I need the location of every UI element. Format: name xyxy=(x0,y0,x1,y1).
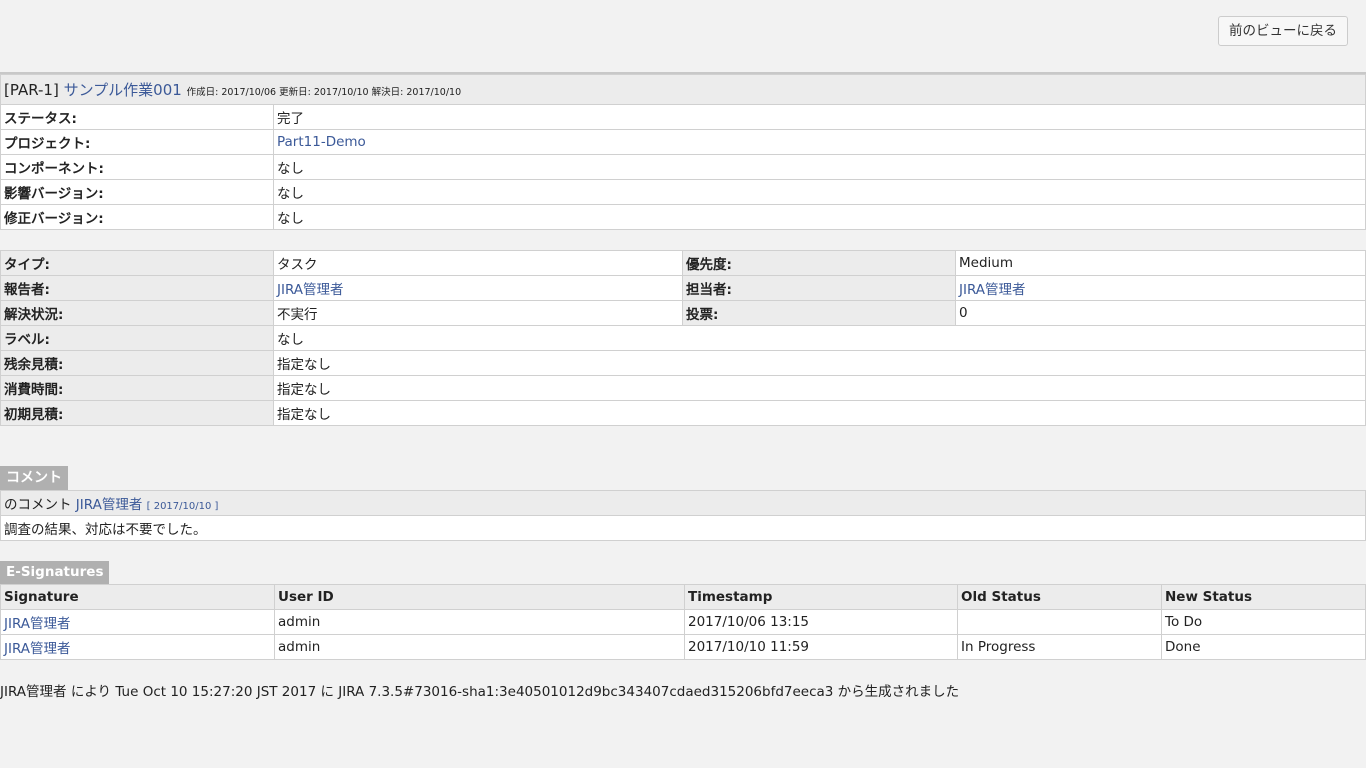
table-row: ステータス: 完了 xyxy=(0,104,1366,130)
signature-user-link[interactable]: JIRA管理者 xyxy=(4,616,71,632)
table-row: コンポーネント: なし xyxy=(0,154,1366,180)
comment-author-link[interactable]: JIRA管理者 xyxy=(76,497,143,513)
comments-section-title: コメント xyxy=(0,466,68,490)
field-value-cell: Part11-Demo xyxy=(273,129,1366,155)
labels-label: ラベル: xyxy=(0,325,274,351)
table-row: JIRA管理者 admin 2017/10/10 11:59 In Progress D… xyxy=(0,634,1366,660)
signature-field: In Progress xyxy=(957,634,1162,660)
signature-field: 2017/10/06 13:15 xyxy=(684,609,958,635)
table-row: 解決状況: 不実行 投票: 0 xyxy=(0,300,1366,326)
comment-prefix: のコメント xyxy=(4,497,72,513)
table-row: プロジェクト: Part11-Demo xyxy=(0,129,1366,155)
column-header: Timestamp xyxy=(684,584,958,610)
field-value-cell: なし xyxy=(273,154,1366,180)
table-row: 初期見積: 指定なし xyxy=(0,400,1366,426)
issue-key: [PAR-1] xyxy=(4,81,59,99)
esignatures-section-title: E-Signatures xyxy=(0,561,110,584)
type-value: タスク xyxy=(273,250,683,276)
table-row: タイプ: タスク 優先度: Medium xyxy=(0,250,1366,276)
column-header: Old Status xyxy=(957,584,1162,610)
signature-field: Done xyxy=(1161,634,1366,660)
comment-date: [ 2017/10/10 ] xyxy=(146,501,219,512)
esignatures-header-row: Signature User ID Timestamp Old Status New S… xyxy=(0,584,1366,610)
field-label: 修正バージョン: xyxy=(0,204,274,230)
remaining-estimate-label: 残余見積: xyxy=(0,350,274,376)
issue-summary-link[interactable]: サンプル作業001 xyxy=(64,81,182,99)
table-row: 報告者: JIRA管理者 担当者: JIRA管理者 xyxy=(0,275,1366,301)
reporter-label: 報告者: xyxy=(0,275,274,301)
resolution-value: 不実行 xyxy=(273,300,683,326)
field-value: なし xyxy=(277,211,304,227)
back-to-previous-view-button[interactable]: 前のビューに戻る xyxy=(1218,16,1348,46)
signature-field: admin xyxy=(274,634,685,660)
table-row: 消費時間: 指定なし xyxy=(0,375,1366,401)
priority-value: Medium xyxy=(955,250,1366,276)
signature-cell: JIRA管理者 xyxy=(0,609,275,635)
field-value-cell: 完了 xyxy=(273,104,1366,130)
assignee-link[interactable]: JIRA管理者 xyxy=(959,282,1026,298)
original-estimate-label: 初期見積: xyxy=(0,400,274,426)
project-link[interactable]: Part11-Demo xyxy=(277,134,366,150)
priority-label: 優先度: xyxy=(682,250,956,276)
field-value-cell: なし xyxy=(273,204,1366,230)
signature-field: To Do xyxy=(1161,609,1366,635)
issue-details-table: タイプ: タスク 優先度: Medium 報告者: JIRA管理者 担当者: J… xyxy=(0,250,1366,426)
signature-cell: JIRA管理者 xyxy=(0,634,275,660)
signature-field: admin xyxy=(274,609,685,635)
field-value: なし xyxy=(277,161,304,177)
field-label: プロジェクト: xyxy=(0,129,274,155)
field-label: ステータス: xyxy=(0,104,274,130)
issue-header-table: [PAR-1] サンプル作業001 作成日: 2017/10/06 更新日: 2… xyxy=(0,74,1366,230)
comment-meta: のコメント JIRA管理者 [ 2017/10/10 ] xyxy=(0,490,1366,516)
field-value: 完了 xyxy=(277,111,304,127)
remaining-estimate-value: 指定なし xyxy=(273,350,1366,376)
table-row: JIRA管理者 admin 2017/10/06 13:15 To Do xyxy=(0,609,1366,635)
time-spent-value: 指定なし xyxy=(273,375,1366,401)
type-label: タイプ: xyxy=(0,250,274,276)
assignee-label: 担当者: xyxy=(682,275,956,301)
column-header: User ID xyxy=(274,584,685,610)
generated-footer: JIRA管理者 により Tue Oct 10 15:27:20 JST 2017… xyxy=(0,684,960,700)
field-label: 影響バージョン: xyxy=(0,179,274,205)
original-estimate-value: 指定なし xyxy=(273,400,1366,426)
labels-value: なし xyxy=(273,325,1366,351)
signature-field: 2017/10/10 11:59 xyxy=(684,634,958,660)
column-header: Signature xyxy=(0,584,275,610)
table-row: ラベル: なし xyxy=(0,325,1366,351)
column-header: New Status xyxy=(1161,584,1366,610)
field-value-cell: なし xyxy=(273,179,1366,205)
comment-body-row: 調査の結果、対応は不要でした。 xyxy=(0,515,1366,541)
field-value: なし xyxy=(277,186,304,202)
resolution-label: 解決状況: xyxy=(0,300,274,326)
signature-user-link[interactable]: JIRA管理者 xyxy=(4,641,71,657)
esignatures-table: Signature User ID Timestamp Old Status New S… xyxy=(0,584,1366,660)
field-label: コンポーネント: xyxy=(0,154,274,180)
top-bar: 前のビューに戻る xyxy=(0,0,1366,72)
table-row: 修正バージョン: なし xyxy=(0,204,1366,230)
table-row: 影響バージョン: なし xyxy=(0,179,1366,205)
time-spent-label: 消費時間: xyxy=(0,375,274,401)
reporter-link[interactable]: JIRA管理者 xyxy=(277,282,344,298)
table-row: 残余見積: 指定なし xyxy=(0,350,1366,376)
signature-field xyxy=(957,609,1162,635)
comment-header-row: のコメント JIRA管理者 [ 2017/10/10 ] xyxy=(0,490,1366,516)
issue-header: [PAR-1] サンプル作業001 作成日: 2017/10/06 更新日: 2… xyxy=(0,74,1366,105)
issue-dates: 作成日: 2017/10/06 更新日: 2017/10/10 解決日: 201… xyxy=(186,87,462,98)
comment-body: 調査の結果、対応は不要でした。 xyxy=(0,515,1366,541)
votes-label: 投票: xyxy=(682,300,956,326)
votes-value: 0 xyxy=(955,300,1366,326)
comments-table: のコメント JIRA管理者 [ 2017/10/10 ] 調査の結果、対応は不要… xyxy=(0,490,1366,541)
